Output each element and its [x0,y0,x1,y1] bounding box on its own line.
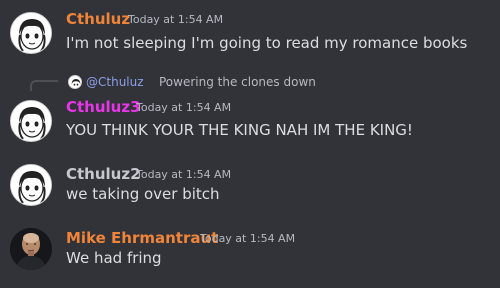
cartoon-face-icon [11,13,51,53]
message-mike-ehrmantraut: Mike Ehrmantraut Today at 1:54 AM We had… [0,224,500,284]
reply-avatar-icon[interactable] [68,75,82,89]
message-content: we taking over bitch [66,185,220,203]
author-name[interactable]: Mike Ehrmantraut [66,229,218,247]
message-timestamp: Today at 1:54 AM [128,13,224,26]
author-name[interactable]: Cthuluz3 [66,98,141,116]
cartoon-face-avatar[interactable] [10,12,52,54]
cartoon-face-icon [11,101,51,141]
message-content: We had fring [66,249,162,267]
message-cthuluz: Cthuluz Today at 1:54 AM I'm not sleepin… [0,0,500,60]
cartoon-face-avatar[interactable] [10,164,52,206]
mini-cartoon-face-icon [69,77,81,88]
cartoon-face-icon [11,165,51,205]
reply-connector [30,80,58,91]
message-timestamp: Today at 1:54 AM [200,232,296,245]
message-cthuluz3: Cthuluz3 Today at 1:54 AM YOU THINK YOUR… [0,96,500,156]
photo-avatar[interactable] [10,228,52,270]
chat-messages: Cthuluz Today at 1:54 AM I'm not sleepin… [0,0,500,288]
message-timestamp: Today at 1:54 AM [136,101,232,114]
message-timestamp: Today at 1:54 AM [136,168,232,181]
author-name[interactable]: Cthuluz [66,10,130,28]
reply-mention[interactable]: @Cthuluz [86,74,144,90]
message-content: I'm not sleeping I'm going to read my ro… [66,34,468,52]
cartoon-face-avatar[interactable] [10,100,52,142]
author-name[interactable]: Cthuluz2 [66,165,141,183]
message-cthuluz2: Cthuluz2 Today at 1:54 AM we taking over… [0,160,500,220]
person-photo-icon [10,228,52,270]
message-content: YOU THINK YOUR THE KING NAH IM THE KING! [66,121,413,139]
reply-preview-text[interactable]: Powering the clones down [159,74,316,90]
